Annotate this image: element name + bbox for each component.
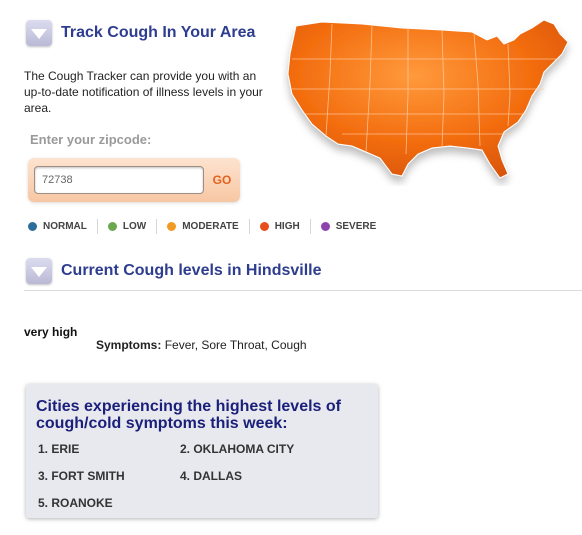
moderate-dot-icon	[167, 222, 177, 231]
current-level-value: very high	[24, 325, 78, 339]
illness-level-legend: NORMAL LOW MODERATE HIGH SEVERE	[28, 219, 396, 234]
us-map-shape	[287, 19, 569, 179]
current-levels-header: Current Cough levels in Hindsville	[26, 258, 322, 284]
go-button[interactable]: GO	[206, 164, 238, 196]
symptoms-label: Symptoms:	[96, 338, 162, 352]
top-cities-panel: Cities experiencing the highest levels o…	[26, 384, 378, 518]
legend-item-moderate: MODERATE	[167, 219, 250, 234]
legend-label: SEVERE	[335, 221, 377, 232]
legend-item-high: HIGH	[259, 219, 311, 234]
zipcode-input[interactable]	[34, 166, 204, 194]
legend-label: MODERATE	[182, 221, 239, 232]
city-list-item: 3. FORT SMITH	[38, 469, 125, 483]
city-list-item: 5. ROANOKE	[38, 496, 113, 510]
legend-label: NORMAL	[43, 221, 87, 232]
severe-dot-icon	[320, 222, 330, 231]
chevron-down-icon	[26, 258, 52, 284]
normal-dot-icon	[28, 222, 37, 231]
track-cough-header: Track Cough In Your Area	[26, 20, 255, 46]
current-levels-title: Current Cough levels in Hindsville	[61, 262, 322, 279]
track-cough-title: Track Cough In Your Area	[61, 24, 256, 41]
zipcode-form: GO	[28, 158, 240, 202]
low-dot-icon	[107, 222, 117, 231]
city-list-item: 2. OKLAHOMA CITY	[180, 442, 295, 456]
legend-item-severe: SEVERE	[320, 219, 387, 234]
intro-text: The Cough Tracker can provide you with a…	[24, 69, 263, 115]
symptoms-row: Symptoms: Fever, Sore Throat, Cough	[96, 338, 307, 352]
legend-item-low: LOW	[107, 219, 158, 234]
legend-label: HIGH	[274, 221, 300, 232]
city-list-item: 1. ERIE	[38, 442, 80, 456]
symptoms-value: Fever, Sore Throat, Cough	[164, 338, 307, 352]
city-list-item: 4. DALLAS	[180, 469, 243, 483]
section-divider	[24, 290, 582, 291]
high-dot-icon	[259, 222, 269, 231]
top-cities-title: Cities experiencing the highest levels o…	[36, 398, 341, 432]
us-illness-map[interactable]	[282, 14, 578, 186]
chevron-down-icon	[26, 20, 52, 46]
legend-item-normal: NORMAL	[28, 219, 98, 234]
zipcode-label: Enter your zipcode:	[30, 132, 152, 147]
legend-label: LOW	[122, 221, 147, 232]
